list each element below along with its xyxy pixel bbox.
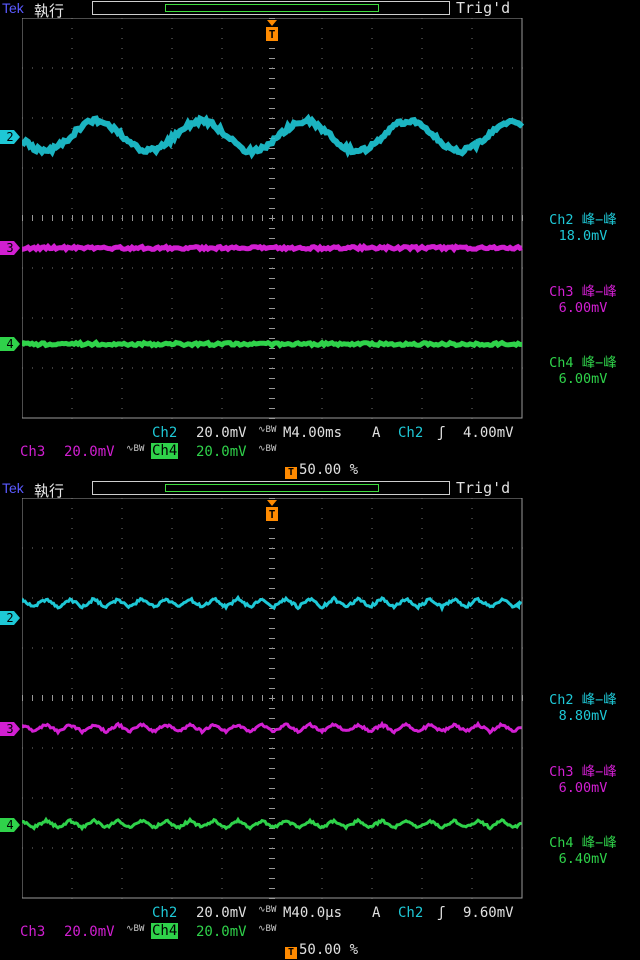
ch3-marker-label: 3: [6, 241, 13, 255]
trigger-marker-label: T: [269, 28, 276, 41]
timebase[interactable]: M4.00ms: [283, 425, 342, 441]
rising-edge-icon: ʃ: [437, 905, 445, 921]
measurement-value: 18.0mV: [528, 228, 638, 244]
trigger-position-value: 50.00 %: [299, 462, 358, 478]
record-window: [165, 484, 379, 492]
measurement-label: Ch2 峰−峰: [528, 212, 638, 228]
trigger-status: Trig'd: [456, 0, 510, 17]
trigger-position-readout[interactable]: T 50.00 %: [285, 462, 358, 479]
trigger-level[interactable]: 9.60mV: [463, 905, 514, 921]
bw-mark: BW: [266, 924, 277, 934]
measurement-value: 6.00mV: [528, 371, 638, 387]
waveform-graticule[interactable]: T: [22, 498, 524, 904]
record-bar: [92, 481, 450, 495]
status-bar: Tek 執行 Trig'd: [0, 0, 640, 18]
scope-screen-1: Tek 執行 Trig'd T 2 3 4 Ch2 峰−峰 18.0mV Ch3…: [0, 0, 640, 480]
bw-limit-icon: ∿BW: [258, 444, 276, 454]
ch4-ground-marker[interactable]: 4: [0, 818, 20, 832]
scope-screen-2: Tek 執行 Trig'd T 2 3 4 Ch2 峰−峰 8.80mV Ch3…: [0, 480, 640, 960]
waveform-graticule[interactable]: T: [22, 18, 524, 424]
ch2-label[interactable]: Ch2: [152, 425, 177, 441]
timebase[interactable]: M40.0µs: [283, 905, 342, 921]
trigger-position-readout[interactable]: T 50.00 %: [285, 942, 358, 959]
ch3-scale[interactable]: 20.0mV: [64, 444, 115, 460]
ch4-pk-pk-measurement: Ch4 峰−峰 6.00mV: [528, 355, 638, 387]
brand-logo: Tek: [2, 480, 24, 496]
ch2-label[interactable]: Ch2: [152, 905, 177, 921]
ch4-pk-pk-measurement: Ch4 峰−峰 6.40mV: [528, 835, 638, 867]
trigger-status: Trig'd: [456, 479, 510, 497]
bw-mark: BW: [266, 905, 277, 915]
measurement-label: Ch2 峰−峰: [528, 692, 638, 708]
ch4-marker-label: 4: [6, 818, 13, 832]
ch3-ground-marker[interactable]: 3: [0, 241, 20, 255]
ch3-ground-marker[interactable]: 3: [0, 722, 20, 736]
ch4-waveform: [22, 343, 522, 346]
ch4-label[interactable]: Ch4: [151, 923, 178, 939]
trigger-source[interactable]: Ch2: [398, 425, 423, 441]
ch3-scale[interactable]: 20.0mV: [64, 924, 115, 940]
bw-mark: BW: [134, 444, 145, 454]
ch3-label[interactable]: Ch3: [20, 924, 45, 940]
record-bar: [92, 1, 450, 15]
bw-limit-icon: ∿BW: [258, 924, 276, 934]
bw-limit-icon: ∿BW: [258, 425, 276, 435]
measurement-label: Ch4 峰−峰: [528, 835, 638, 851]
bw-limit-icon: ∿BW: [126, 924, 144, 934]
trigger-source[interactable]: Ch2: [398, 905, 423, 921]
trigger-mode: A: [372, 905, 380, 921]
ch2-pk-pk-measurement: Ch2 峰−峰 8.80mV: [528, 692, 638, 724]
rising-edge-icon: ʃ: [437, 425, 445, 441]
trigger-level[interactable]: 4.00mV: [463, 425, 514, 441]
ch4-marker-label: 4: [6, 337, 13, 351]
ch2-scale[interactable]: 20.0mV: [196, 425, 247, 441]
measurement-label: Ch3 峰−峰: [528, 764, 638, 780]
ch3-marker-label: 3: [6, 722, 13, 736]
ch3-label[interactable]: Ch3: [20, 444, 45, 460]
bw-limit-icon: ∿BW: [258, 905, 276, 915]
ch2-ground-marker[interactable]: 2: [0, 611, 20, 625]
ch4-ground-marker[interactable]: 4: [0, 337, 20, 351]
ch2-ground-marker[interactable]: 2: [0, 130, 20, 144]
bw-mark: BW: [134, 924, 145, 934]
ch4-scale[interactable]: 20.0mV: [196, 444, 247, 460]
status-bar: Tek 執行 Trig'd: [0, 480, 640, 498]
ch3-pk-pk-measurement: Ch3 峰−峰 6.00mV: [528, 764, 638, 796]
measurement-value: 8.80mV: [528, 708, 638, 724]
measurement-value: 6.00mV: [528, 780, 638, 796]
measurement-value: 6.00mV: [528, 300, 638, 316]
ch2-marker-label: 2: [6, 130, 13, 144]
ch2-pk-pk-measurement: Ch2 峰−峰 18.0mV: [528, 212, 638, 244]
trigger-marker-label: T: [269, 508, 276, 521]
record-window: [165, 4, 379, 12]
ch2-marker-label: 2: [6, 611, 13, 625]
measurement-label: Ch3 峰−峰: [528, 284, 638, 300]
bw-mark: BW: [266, 444, 277, 454]
bw-limit-icon: ∿BW: [126, 444, 144, 454]
readout-bar: Ch2 20.0mV ∿BW M40.0µs A Ch2 ʃ 9.60mV Ch…: [0, 904, 640, 960]
trigger-position-value: 50.00 %: [299, 942, 358, 958]
ch3-waveform: [22, 247, 522, 250]
readout-bar: Ch2 20.0mV ∿BW M4.00ms A Ch2 ʃ 4.00mV Ch…: [0, 424, 640, 480]
ch4-scale[interactable]: 20.0mV: [196, 924, 247, 940]
trigger-icon: T: [285, 947, 297, 959]
bw-mark: BW: [266, 425, 277, 435]
trigger-icon: T: [285, 467, 297, 479]
ch4-label[interactable]: Ch4: [151, 443, 178, 459]
ch3-pk-pk-measurement: Ch3 峰−峰 6.00mV: [528, 284, 638, 316]
measurement-label: Ch4 峰−峰: [528, 355, 638, 371]
trigger-mode: A: [372, 425, 380, 441]
brand-logo: Tek: [2, 0, 24, 16]
ch2-scale[interactable]: 20.0mV: [196, 905, 247, 921]
measurement-value: 6.40mV: [528, 851, 638, 867]
